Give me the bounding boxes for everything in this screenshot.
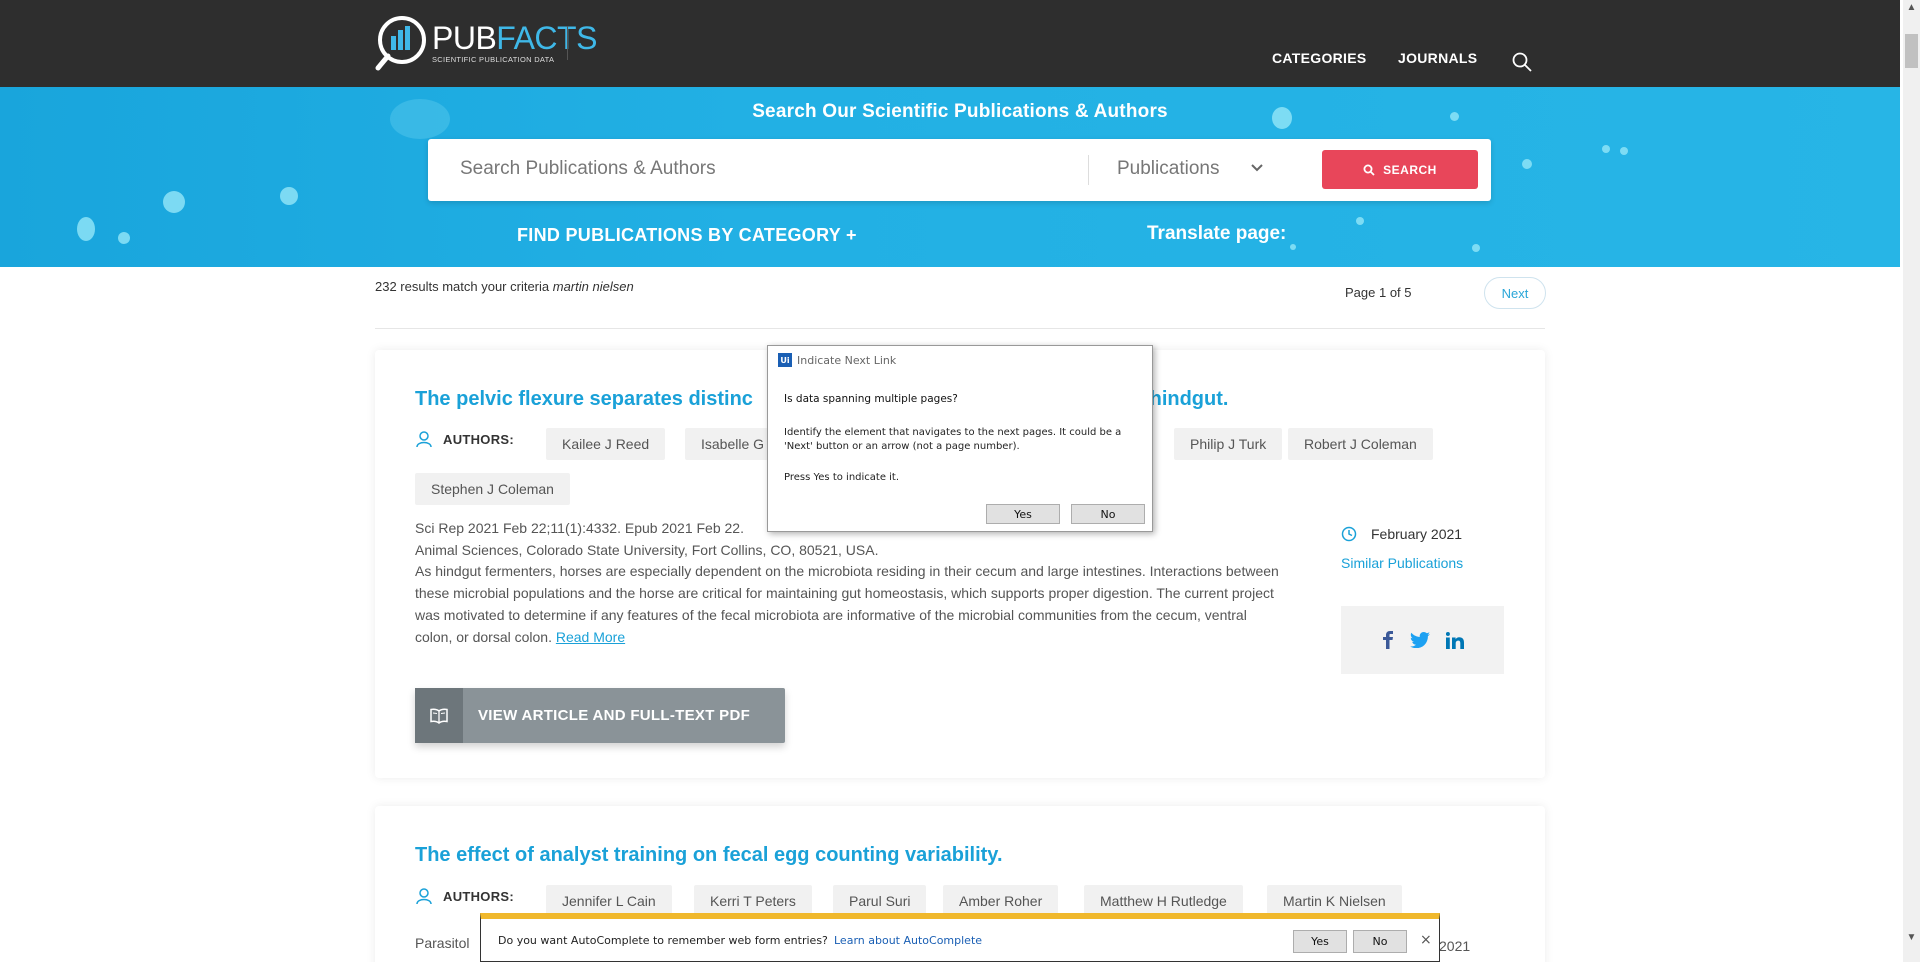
user-icon [416, 431, 432, 448]
logo-wordmark: PUBFACTS [432, 20, 597, 56]
search-type-select[interactable]: Publications [1117, 158, 1219, 180]
find-by-category-link[interactable]: FIND PUBLICATIONS BY CATEGORY + [517, 225, 857, 246]
learn-autocomplete-link[interactable]: Learn about AutoComplete [834, 934, 982, 947]
author-chip[interactable]: Stephen J Coleman [415, 473, 570, 505]
next-page-button[interactable]: Next [1484, 277, 1546, 309]
search-box: Publications SEARCH [428, 139, 1491, 201]
page-info: Page 1 of 5 [1345, 285, 1412, 300]
citation: Sci Rep 2021 Feb 22;11(1):4332. Epub 202… [415, 520, 744, 536]
scrollbar[interactable] [1903, 0, 1920, 962]
article-title[interactable]: The effect of analyst training on fecal … [415, 844, 1003, 867]
scroll-up-arrow[interactable]: ▲ [1905, 2, 1918, 18]
search-icon[interactable] [1512, 52, 1532, 72]
top-navbar: PUBFACTS SCIENTIFIC PUBLICATION DATA CAT… [0, 0, 1900, 87]
indicate-next-link-dialog: Ui Indicate Next Link Is data spanning m… [767, 345, 1153, 532]
chevron-down-icon[interactable] [1250, 161, 1264, 175]
authors-label: AUTHORS: [415, 887, 514, 905]
autocomplete-prompt: Do you want AutoComplete to remember web… [498, 934, 828, 947]
author-chip[interactable]: Robert J Coleman [1288, 428, 1433, 460]
divider [567, 26, 568, 60]
results-count: 232 results match your criteria martin n… [375, 279, 634, 294]
autocomplete-bar: Do you want AutoComplete to remember web… [480, 913, 1440, 962]
citation: Parasitol [415, 935, 470, 951]
search-button[interactable]: SEARCH [1322, 150, 1478, 189]
divider [1088, 155, 1089, 185]
uipath-icon: Ui [778, 353, 792, 367]
nav-categories[interactable]: CATEGORIES [1272, 50, 1367, 66]
hero-search-banner: Search Our Scientific Publications & Aut… [0, 87, 1900, 267]
affiliation: Animal Sciences, Colorado State Universi… [415, 542, 879, 558]
view-article-label: VIEW ARTICLE AND FULL-TEXT PDF [478, 707, 751, 724]
facebook-icon[interactable] [1382, 631, 1394, 649]
publication-date: 2021 [1439, 938, 1471, 954]
hero-title: Search Our Scientific Publications & Aut… [752, 101, 1168, 122]
book-icon [430, 708, 448, 724]
autocomplete-no-button[interactable]: No [1353, 930, 1407, 953]
divider [375, 328, 1545, 329]
nav-journals[interactable]: JOURNALS [1398, 50, 1477, 66]
dialog-title: Ui Indicate Next Link [778, 353, 896, 367]
search-icon [1363, 164, 1375, 176]
dialog-instruction: Press Yes to indicate it. [784, 472, 900, 483]
author-chip[interactable]: Kailee J Reed [546, 428, 666, 460]
author-chip[interactable]: Philip J Turk [1174, 428, 1283, 460]
search-button-label: SEARCH [1383, 162, 1437, 177]
author-chip[interactable]: Isabelle G [685, 428, 781, 460]
view-article-button[interactable]: VIEW ARTICLE AND FULL-TEXT PDF [415, 688, 785, 743]
translate-label: Translate page: [1147, 223, 1287, 244]
dialog-body: Identify the element that navigates to t… [784, 427, 1122, 452]
similar-publications-link[interactable]: Similar Publications [1341, 555, 1463, 571]
autocomplete-yes-button[interactable]: Yes [1293, 930, 1347, 953]
close-icon[interactable]: × [1420, 932, 1432, 948]
linkedin-icon[interactable] [1445, 631, 1464, 649]
scroll-down-arrow[interactable]: ▼ [1905, 932, 1918, 948]
clock-icon [1341, 526, 1357, 542]
read-more-link[interactable]: Read More [556, 629, 625, 645]
pubfacts-logo[interactable]: PUBFACTS SCIENTIFIC PUBLICATION DATA [374, 14, 597, 72]
dialog-no-button[interactable]: No [1071, 504, 1145, 524]
publication-date: February 2021 [1341, 526, 1462, 542]
search-input[interactable] [460, 158, 1080, 180]
twitter-icon[interactable] [1409, 632, 1430, 648]
authors-label: AUTHORS: [415, 430, 514, 448]
user-icon [416, 888, 432, 905]
dialog-heading: Is data spanning multiple pages? [784, 393, 958, 405]
search-query: martin nielsen [552, 279, 634, 294]
share-box [1341, 606, 1504, 674]
abstract: As hindgut fermenters, horses are especi… [415, 563, 1279, 645]
scroll-thumb[interactable] [1905, 34, 1918, 68]
logo-tagline: SCIENTIFIC PUBLICATION DATA [432, 55, 555, 64]
dialog-yes-button[interactable]: Yes [986, 504, 1060, 524]
logo-magnifier-icon [375, 16, 426, 71]
